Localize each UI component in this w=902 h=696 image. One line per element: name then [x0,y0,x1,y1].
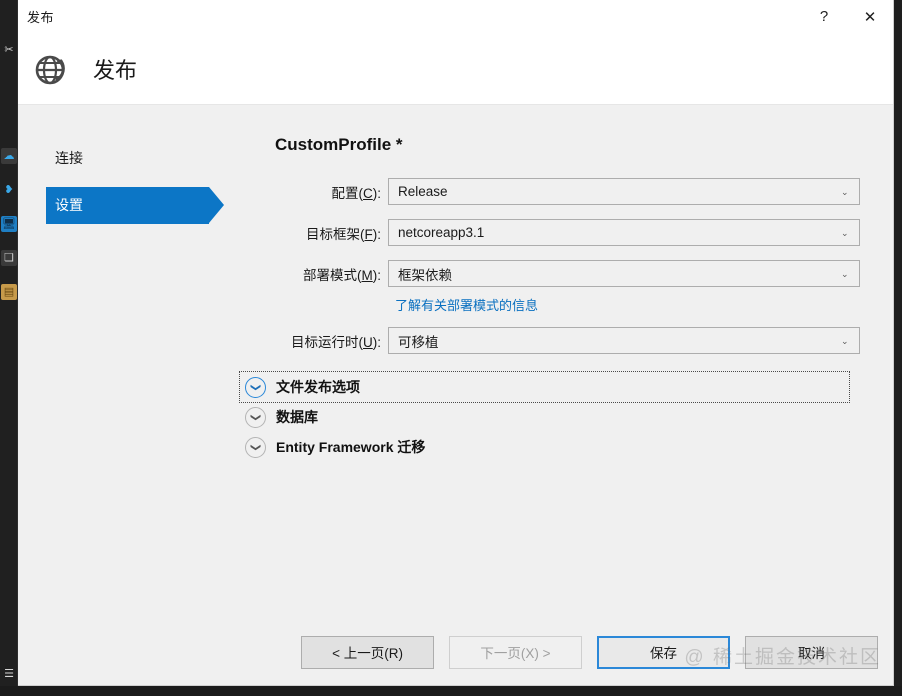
titlebar-title: 发布 [27,10,55,25]
publish-dialog: 发布 ? ✕ 发布 连接 设置 CustomProfile * 配置(C): R… [18,0,894,686]
chevron-down-icon: ❯ [245,436,266,458]
folder-icon: ▤ [3,285,15,298]
deployment-mode-dropdown[interactable]: 框架依赖 ⌄ [388,260,860,287]
dock-icon-monitor-app[interactable]: 🖥 [1,216,17,232]
next-button: 下一页(X) > [449,635,582,669]
deployment-hint-row: 了解有关部署模式的信息 [238,295,893,314]
settings-form: 配置(C): Release ⌄ 目标框架(F): netcoreapp3.1 … [238,178,893,354]
chevron-down-icon: ❯ [245,406,266,428]
dock-icon-taskview[interactable]: ☰ [1,666,17,682]
desktop-right-strip [894,0,902,696]
hint-spacer [238,295,388,314]
page-title: CustomProfile * [275,135,403,154]
deployment-mode-value: 框架依赖 [398,267,452,283]
expander-ef-migrations[interactable]: ❯ Entity Framework 迁移 [240,432,849,462]
dock-icon-folder[interactable]: ▤ [1,284,17,300]
dock-icon-cloud-app[interactable]: ☁ [1,148,17,164]
help-button[interactable]: ? [801,0,847,33]
save-button[interactable]: 保存 [597,635,730,669]
chevron-down-icon: ⌄ [841,227,849,238]
dialog-footer: < 上一页(R) 下一页(X) > 保存 取消 [18,619,893,685]
target-framework-label: 目标框架(F): [306,226,381,242]
dock-icon-bird-app[interactable]: ❥ [1,182,17,198]
sidebar-item-settings[interactable]: 设置 [46,187,224,224]
expander-ef-migrations-label: Entity Framework 迁移 [276,439,426,455]
field-row-configuration: 配置(C): Release ⌄ [238,178,893,205]
dialog-main: CustomProfile * 配置(C): Release ⌄ 目标框架(F)… [238,105,893,685]
target-runtime-value: 可移植 [398,334,439,350]
close-button[interactable]: ✕ [847,0,893,33]
cancel-button[interactable]: 取消 [745,635,878,669]
list-icon: ☰ [4,667,14,680]
chevron-down-icon: ⌄ [841,268,849,279]
dialog-header: 发布 [18,33,893,105]
dock-icon-cut[interactable]: ✂ [1,42,17,58]
chevron-down-icon: ⌄ [841,335,849,346]
sidebar-item-connect-label: 连接 [55,150,83,166]
previous-button[interactable]: < 上一页(R) [301,635,434,669]
configuration-dropdown[interactable]: Release ⌄ [388,178,860,205]
screen: ✂ ☁ ❥ 🖥 ❏ ▤ ☰ 发布 ? ✕ 发布 连接 设置 CustomProf… [0,0,902,696]
dialog-titlebar: 发布 ? ✕ [18,0,893,33]
sidebar-item-settings-label: 设置 [55,197,83,213]
bird-icon: ❥ [4,183,14,196]
configuration-label: 配置(C): [331,185,382,201]
desktop-bottom-strip [0,686,902,696]
dialog-sidebar: 连接 设置 [18,105,238,242]
cloud-icon: ☁ [3,149,15,162]
document-icon: ❏ [4,251,14,264]
scissors-icon: ✂ [4,43,14,56]
configuration-value: Release [398,184,448,199]
dock-icon-document-app[interactable]: ❏ [1,250,17,266]
selection-pointer-icon [209,187,224,223]
expander-database[interactable]: ❯ 数据库 [240,402,849,432]
header-title: 发布 [93,57,138,83]
expander-file-publish-options-label: 文件发布选项 [276,379,360,395]
target-runtime-label: 目标运行时(U): [291,334,381,350]
field-row-target-framework: 目标框架(F): netcoreapp3.1 ⌄ [238,219,893,246]
desktop-left-dock: ✂ ☁ ❥ 🖥 ❏ ▤ ☰ [0,0,18,696]
expander-file-publish-options[interactable]: ❯ 文件发布选项 [239,371,850,403]
sidebar-item-connect[interactable]: 连接 [18,148,238,169]
dialog-body: 连接 设置 CustomProfile * 配置(C): Release ⌄ 目… [18,105,893,685]
chevron-down-icon: ⌄ [841,186,849,197]
deployment-mode-label: 部署模式(M): [303,267,381,283]
deployment-mode-help-link[interactable]: 了解有关部署模式的信息 [388,295,538,314]
field-row-target-runtime: 目标运行时(U): 可移植 ⌄ [238,327,893,354]
expander-database-label: 数据库 [276,409,318,425]
field-row-deployment-mode: 部署模式(M): 框架依赖 ⌄ [238,260,893,287]
target-framework-value: netcoreapp3.1 [398,225,485,240]
monitor-icon: 🖥 [2,217,16,230]
target-framework-dropdown[interactable]: netcoreapp3.1 ⌄ [388,219,860,246]
globe-publish-icon [35,55,65,84]
expander-group: ❯ 文件发布选项 ❯ 数据库 ❯ Entity Framework 迁移 [238,371,893,462]
target-runtime-dropdown[interactable]: 可移植 ⌄ [388,327,860,354]
chevron-down-icon: ❯ [245,376,266,398]
